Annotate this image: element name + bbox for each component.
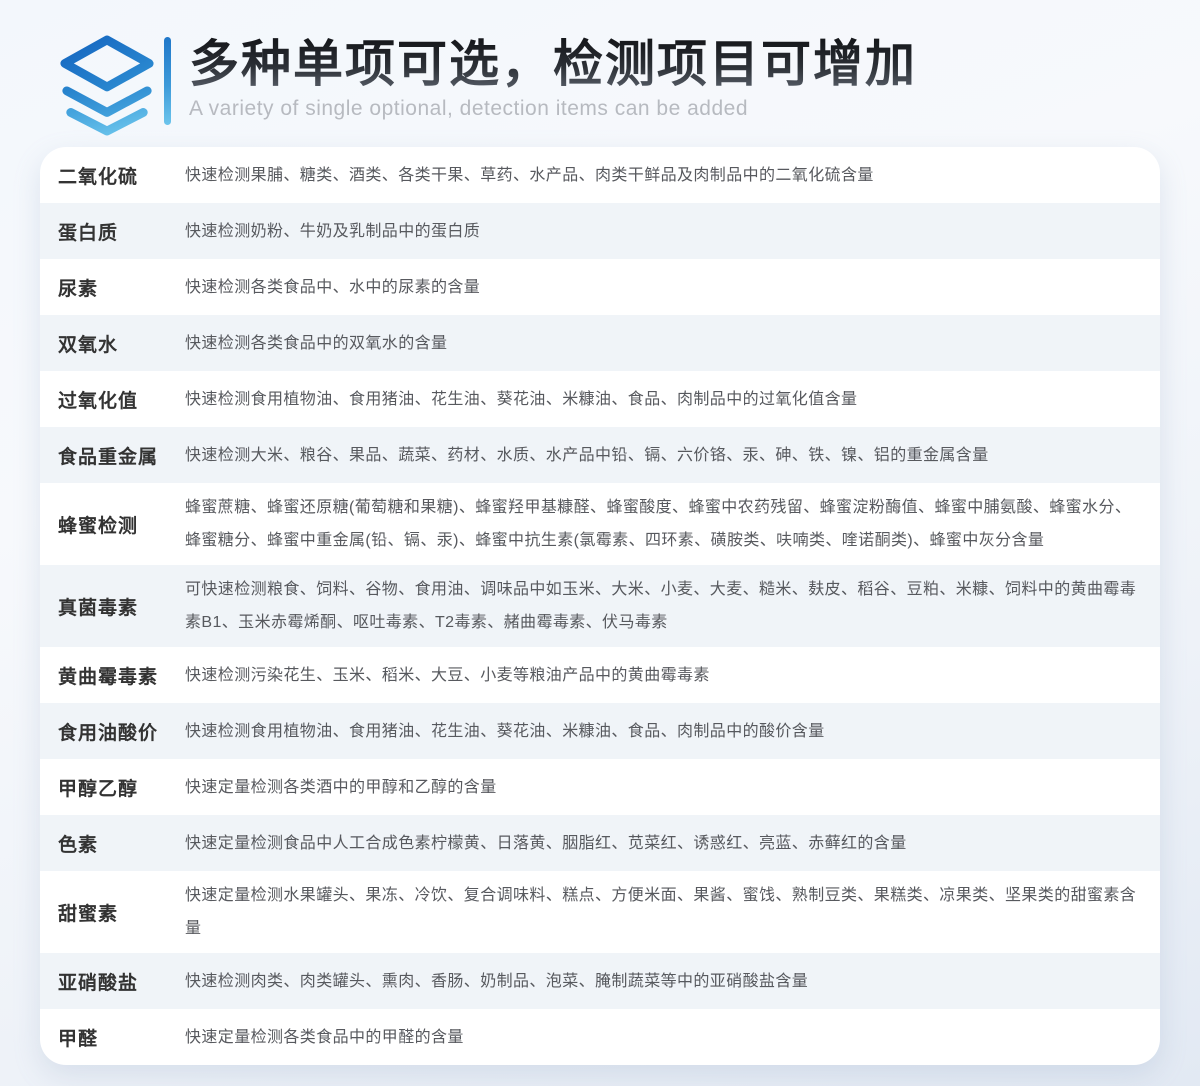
item-description: 快速定量检测食品中人工合成色素柠檬黄、日落黄、胭脂红、苋菜红、诱惑红、亮蓝、赤藓… xyxy=(185,827,1145,860)
item-description: 蜂蜜蔗糖、蜂蜜还原糖(葡萄糖和果糖)、蜂蜜羟甲基糠醛、蜂蜜酸度、蜂蜜中农药残留、… xyxy=(185,491,1145,557)
item-description: 快速检测果脯、糖类、酒类、各类干果、草药、水产品、肉类干鲜品及肉制品中的二氧化硫… xyxy=(185,159,1145,192)
page-title: 多种单项可选，检测项目可增加 xyxy=(189,36,917,92)
item-description: 快速检测食用植物油、食用猪油、花生油、葵花油、米糠油、食品、肉制品中的过氧化值含… xyxy=(185,383,1145,416)
table-row: 过氧化值 快速检测食用植物油、食用猪油、花生油、葵花油、米糠油、食品、肉制品中的… xyxy=(40,371,1160,427)
item-name-label: 过氧化值 xyxy=(40,386,185,413)
item-name-label: 黄曲霉毒素 xyxy=(40,662,185,689)
table-row: 甲醛 快速定量检测各类食品中的甲醛的含量 xyxy=(40,1009,1160,1065)
item-description: 快速定量检测各类食品中的甲醛的含量 xyxy=(185,1021,1145,1054)
item-name-label: 双氧水 xyxy=(40,330,185,357)
item-name-label: 甲醇乙醇 xyxy=(40,774,185,801)
item-description: 快速检测肉类、肉类罐头、熏肉、香肠、奶制品、泡菜、腌制蔬菜等中的亚硝酸盐含量 xyxy=(185,965,1145,998)
item-name-label: 色素 xyxy=(40,830,185,857)
table-row: 色素 快速定量检测食品中人工合成色素柠檬黄、日落黄、胭脂红、苋菜红、诱惑红、亮蓝… xyxy=(40,815,1160,871)
table-row: 黄曲霉毒素 快速检测污染花生、玉米、稻米、大豆、小麦等粮油产品中的黄曲霉毒素 xyxy=(40,647,1160,703)
item-description: 快速检测大米、粮谷、果品、蔬菜、药材、水质、水产品中铅、镉、六价铬、汞、砷、铁、… xyxy=(185,439,1145,472)
page: 多种单项可选，检测项目可增加 A variety of single optio… xyxy=(0,0,1200,1086)
item-name-label: 食用油酸价 xyxy=(40,718,185,745)
table-row: 食品重金属 快速检测大米、粮谷、果品、蔬菜、药材、水质、水产品中铅、镉、六价铬、… xyxy=(40,427,1160,483)
item-description: 可快速检测粮食、饲料、谷物、食用油、调味品中如玉米、大米、小麦、大麦、糙米、麸皮… xyxy=(185,573,1145,639)
page-subtitle: A variety of single optional, detection … xyxy=(189,97,917,121)
item-name-label: 蛋白质 xyxy=(40,218,185,245)
item-name-label: 亚硝酸盐 xyxy=(40,968,185,995)
item-description: 快速检测奶粉、牛奶及乳制品中的蛋白质 xyxy=(185,215,1145,248)
table-row: 亚硝酸盐 快速检测肉类、肉类罐头、熏肉、香肠、奶制品、泡菜、腌制蔬菜等中的亚硝酸… xyxy=(40,953,1160,1009)
detection-items-table: 二氧化硫 快速检测果脯、糖类、酒类、各类干果、草药、水产品、肉类干鲜品及肉制品中… xyxy=(40,147,1160,1065)
item-name-label: 甜蜜素 xyxy=(40,899,185,926)
item-description: 快速检测各类食品中、水中的尿素的含量 xyxy=(185,271,1145,304)
item-name-label: 二氧化硫 xyxy=(40,162,185,189)
accent-divider-bar xyxy=(164,37,171,125)
item-description: 快速检测各类食品中的双氧水的含量 xyxy=(185,327,1145,360)
table-row: 食用油酸价 快速检测食用植物油、食用猪油、花生油、葵花油、米糠油、食品、肉制品中… xyxy=(40,703,1160,759)
table-row: 双氧水 快速检测各类食品中的双氧水的含量 xyxy=(40,315,1160,371)
item-name-label: 甲醛 xyxy=(40,1024,185,1051)
table-row: 蜂蜜检测 蜂蜜蔗糖、蜂蜜还原糖(葡萄糖和果糖)、蜂蜜羟甲基糠醛、蜂蜜酸度、蜂蜜中… xyxy=(40,483,1160,565)
table-row: 甲醇乙醇 快速定量检测各类酒中的甲醇和乙醇的含量 xyxy=(40,759,1160,815)
table-row: 尿素 快速检测各类食品中、水中的尿素的含量 xyxy=(40,259,1160,315)
item-description: 快速定量检测水果罐头、果冻、冷饮、复合调味料、糕点、方便米面、果酱、蜜饯、熟制豆… xyxy=(185,879,1145,945)
item-name-label: 蜂蜜检测 xyxy=(40,511,185,538)
item-description: 快速定量检测各类酒中的甲醇和乙醇的含量 xyxy=(185,771,1145,804)
layers-stack-icon xyxy=(58,34,156,136)
item-name-label: 食品重金属 xyxy=(40,442,185,469)
item-description: 快速检测食用植物油、食用猪油、花生油、葵花油、米糠油、食品、肉制品中的酸价含量 xyxy=(185,715,1145,748)
table-row: 甜蜜素 快速定量检测水果罐头、果冻、冷饮、复合调味料、糕点、方便米面、果酱、蜜饯… xyxy=(40,871,1160,953)
table-row: 真菌毒素 可快速检测粮食、饲料、谷物、食用油、调味品中如玉米、大米、小麦、大麦、… xyxy=(40,565,1160,647)
item-description: 快速检测污染花生、玉米、稻米、大豆、小麦等粮油产品中的黄曲霉毒素 xyxy=(185,659,1145,692)
table-row: 二氧化硫 快速检测果脯、糖类、酒类、各类干果、草药、水产品、肉类干鲜品及肉制品中… xyxy=(40,147,1160,203)
page-header: 多种单项可选，检测项目可增加 A variety of single optio… xyxy=(0,0,1200,140)
table-row: 蛋白质 快速检测奶粉、牛奶及乳制品中的蛋白质 xyxy=(40,203,1160,259)
title-block: 多种单项可选，检测项目可增加 A variety of single optio… xyxy=(189,34,917,121)
item-name-label: 尿素 xyxy=(40,274,185,301)
item-name-label: 真菌毒素 xyxy=(40,593,185,620)
